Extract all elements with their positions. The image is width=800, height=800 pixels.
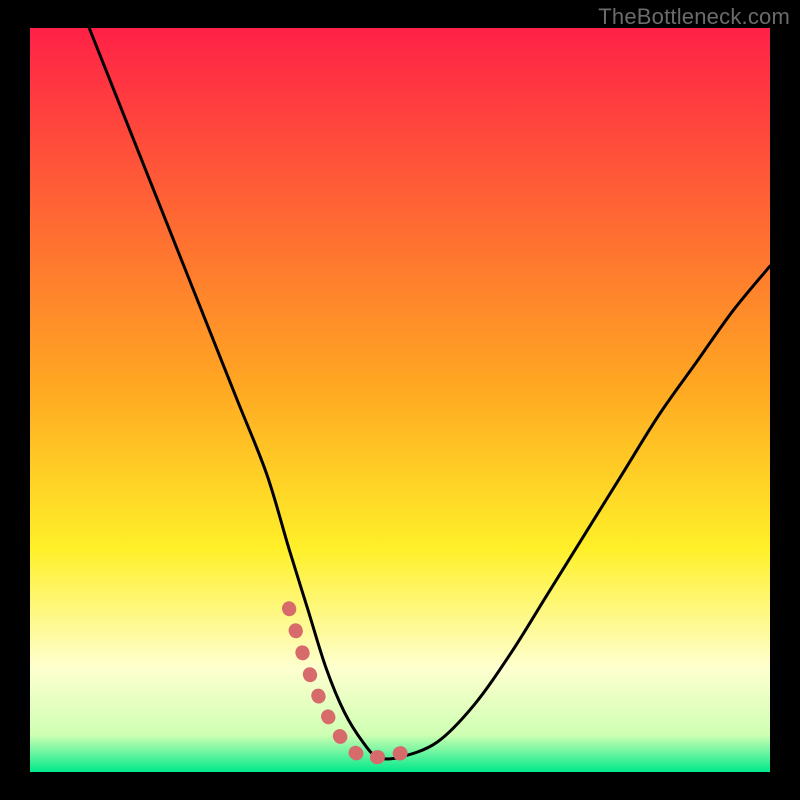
plot-area	[30, 28, 770, 772]
bottleneck-chart	[30, 28, 770, 772]
watermark-text: TheBottleneck.com	[598, 4, 790, 30]
chart-frame: TheBottleneck.com	[0, 0, 800, 800]
gradient-background	[30, 28, 770, 772]
